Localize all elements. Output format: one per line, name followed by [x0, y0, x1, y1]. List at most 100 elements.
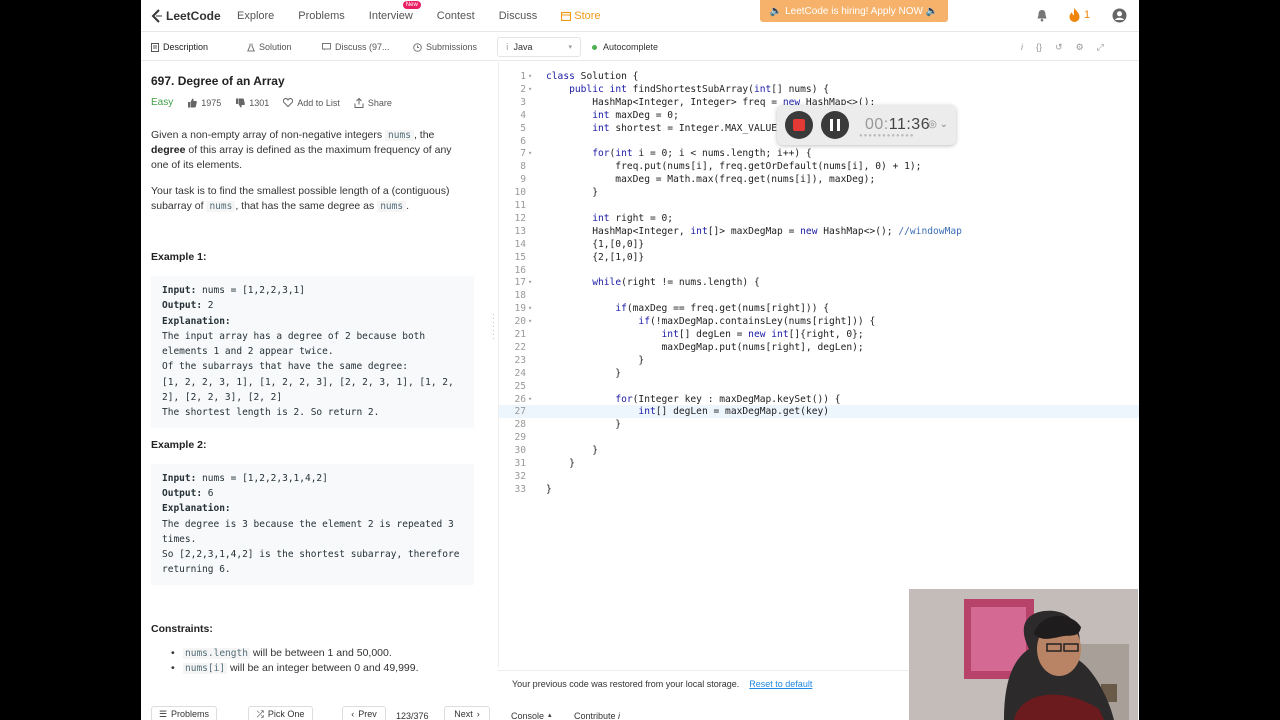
code-line[interactable]: 7 ▾ for(int i = 0; i < nums.length; i++) … — [499, 147, 1139, 160]
code-line[interactable]: 19 ▾ if(maxDeg == freq.get(nums[right])) … — [499, 302, 1139, 315]
contribute-button[interactable]: Contribute i — [574, 711, 620, 720]
code-line[interactable]: 22 maxDegMap.put(nums[right], degLen); — [499, 341, 1139, 354]
code-line[interactable]: 25 — [499, 380, 1139, 393]
timer-value: 11:36 — [888, 116, 931, 133]
user-avatar-icon[interactable] — [1112, 8, 1127, 23]
fold-arrow-icon[interactable]: ▾ — [528, 315, 532, 328]
code-line[interactable]: 18 — [499, 289, 1139, 302]
nav-interview[interactable]: Interview New — [369, 0, 421, 22]
tab-discuss[interactable]: Discuss (97... — [322, 33, 390, 61]
page-indicator: 123/376 — [396, 711, 429, 720]
code-text: int[] degLen = maxDegMap.get(key) — [638, 406, 830, 418]
line-number: 32 — [514, 470, 526, 482]
recorder-options-icon[interactable]: ◎ ⌄ — [928, 119, 948, 130]
timer-dim: 00: — [865, 116, 889, 133]
tab-row: Description Solution Discuss (97... Subm… — [141, 33, 1139, 61]
fold-arrow-icon[interactable]: ▾ — [528, 393, 532, 406]
ex2-explanation: The degree is 3 because the element 2 is… — [162, 518, 460, 576]
code-editor[interactable]: 1 ▾ class Solution {2 ▾ public int findShor… — [498, 62, 1139, 667]
prev-label: Prev — [358, 709, 377, 719]
line-number: 23 — [514, 354, 526, 366]
line-number: 22 — [514, 341, 526, 353]
code-text: for(int i = 0; i < nums.length; i++) { — [592, 148, 812, 160]
hiring-banner[interactable]: 🔈 LeetCode is hiring! Apply NOW 🔈 — [760, 0, 948, 22]
code-line[interactable]: 14 {1,[0,0]} — [499, 238, 1139, 251]
code-line[interactable]: 31 } — [499, 457, 1139, 470]
code-line[interactable]: 11 — [499, 199, 1139, 212]
code-text: freq.put(nums[i], freq.getOrDefault(nums… — [546, 161, 922, 173]
nav-problems[interactable]: Problems — [298, 10, 344, 22]
leetcode-logo[interactable]: LeetCode — [151, 9, 227, 23]
code-line[interactable]: 15 {2,[1,0]} — [499, 251, 1139, 264]
console-button[interactable]: Console ▴ — [511, 711, 552, 720]
code-line[interactable]: 30 } — [499, 444, 1139, 457]
code-line[interactable]: 26 ▾ for(Integer key : maxDegMap.keySet()… — [499, 393, 1139, 406]
code-line[interactable]: 28 } — [499, 418, 1139, 431]
code-line[interactable]: 13 HashMap<Integer, int[]> maxDegMap = n… — [499, 225, 1139, 238]
code-line[interactable]: 29 — [499, 431, 1139, 444]
leetcode-logo-icon — [151, 8, 162, 23]
code-line[interactable]: 10 } — [499, 186, 1139, 199]
stop-recording-button[interactable] — [785, 111, 813, 139]
code-text: HashMap<Integer, int[]> maxDegMap = new … — [546, 225, 962, 237]
share-button[interactable]: Share — [354, 97, 392, 108]
line-number: 12 — [514, 212, 526, 224]
nav-store[interactable]: Store — [561, 10, 601, 22]
line-number: 7 — [520, 148, 526, 160]
fire-icon — [1069, 8, 1080, 22]
tab-description[interactable]: Description — [151, 33, 208, 61]
autocomplete-toggle[interactable]: Autocomplete — [592, 33, 658, 61]
reset-to-default-link[interactable]: Reset to default — [749, 679, 812, 689]
code-text: } — [546, 354, 645, 366]
code-line[interactable]: 2 ▾ public int findShortestSubArray(int[]… — [499, 83, 1139, 96]
nav-discuss[interactable]: Discuss — [499, 10, 538, 22]
line-number: 24 — [514, 367, 526, 379]
code-line[interactable]: 32 — [499, 470, 1139, 483]
code-line[interactable]: 27 int[] degLen = maxDegMap.get(key) — [499, 405, 1139, 419]
code-line[interactable]: 21 int[] degLen = new int[]{right, 0}; — [499, 328, 1139, 341]
code-text: int shortest = Integer.MAX_VALUE; — [592, 122, 783, 134]
bell-icon[interactable] — [1036, 9, 1048, 22]
nav-contest[interactable]: Contest — [437, 10, 475, 22]
example-1-heading: Example 1: — [151, 251, 207, 263]
nav-explore[interactable]: Explore — [237, 10, 274, 22]
code-line[interactable]: 24 } — [499, 367, 1139, 380]
reset-icon[interactable]: ↺ — [1055, 42, 1063, 53]
fullscreen-icon[interactable]: ⤢ — [1097, 42, 1104, 53]
info-icon[interactable]: i — [1021, 42, 1023, 52]
fold-arrow-icon[interactable]: ▾ — [528, 147, 532, 160]
code-line[interactable]: 17 ▾ while(right != nums.length) { — [499, 276, 1139, 289]
prev-button[interactable]: ‹ Prev — [342, 706, 386, 720]
tab-description-label: Description — [163, 42, 209, 52]
language-select[interactable]: ⅰ Java ▾ — [497, 37, 581, 57]
code-line[interactable]: 12 int right = 0; — [499, 212, 1139, 225]
tab-submissions[interactable]: Submissions — [413, 33, 477, 61]
code-line[interactable]: 16 — [499, 264, 1139, 277]
line-number: 13 — [514, 225, 526, 237]
fold-arrow-icon[interactable]: ▾ — [528, 83, 532, 96]
code-line[interactable]: 33} — [499, 483, 1139, 496]
code-line[interactable]: 9 maxDeg = Math.max(freq.get(nums[i]), m… — [499, 173, 1139, 186]
like-button[interactable]: 1975 — [187, 98, 221, 108]
problems-button[interactable]: ☰ Problems — [151, 706, 217, 720]
pane-resize-handle[interactable]: · · · · · · · — [492, 310, 495, 343]
next-label: Next — [454, 709, 473, 719]
braces-icon[interactable]: {} — [1036, 42, 1042, 52]
fold-arrow-icon[interactable]: ▾ — [528, 70, 532, 83]
code-line[interactable]: 1 ▾ class Solution { — [499, 70, 1139, 83]
streak-counter[interactable]: 1 — [1069, 8, 1090, 22]
dislike-button[interactable]: 1301 — [235, 98, 269, 108]
fold-arrow-icon[interactable]: ▾ — [528, 276, 532, 289]
next-button[interactable]: Next › — [444, 706, 490, 720]
pick-one-button[interactable]: ⤮ Pick One — [248, 706, 313, 720]
tab-solution[interactable]: Solution — [247, 33, 292, 61]
line-number: 18 — [514, 290, 526, 302]
ex1-output: 2 — [202, 300, 214, 312]
settings-icon[interactable]: ⚙ — [1076, 42, 1084, 53]
add-to-list-button[interactable]: Add to List — [283, 98, 340, 108]
code-line[interactable]: 8 freq.put(nums[i], freq.getOrDefault(nu… — [499, 160, 1139, 173]
fold-arrow-icon[interactable]: ▾ — [528, 302, 532, 315]
pause-recording-button[interactable] — [821, 111, 849, 139]
code-line[interactable]: 20 ▾ if(!maxDegMap.containsLey(nums[right… — [499, 315, 1139, 328]
code-line[interactable]: 23 } — [499, 354, 1139, 367]
